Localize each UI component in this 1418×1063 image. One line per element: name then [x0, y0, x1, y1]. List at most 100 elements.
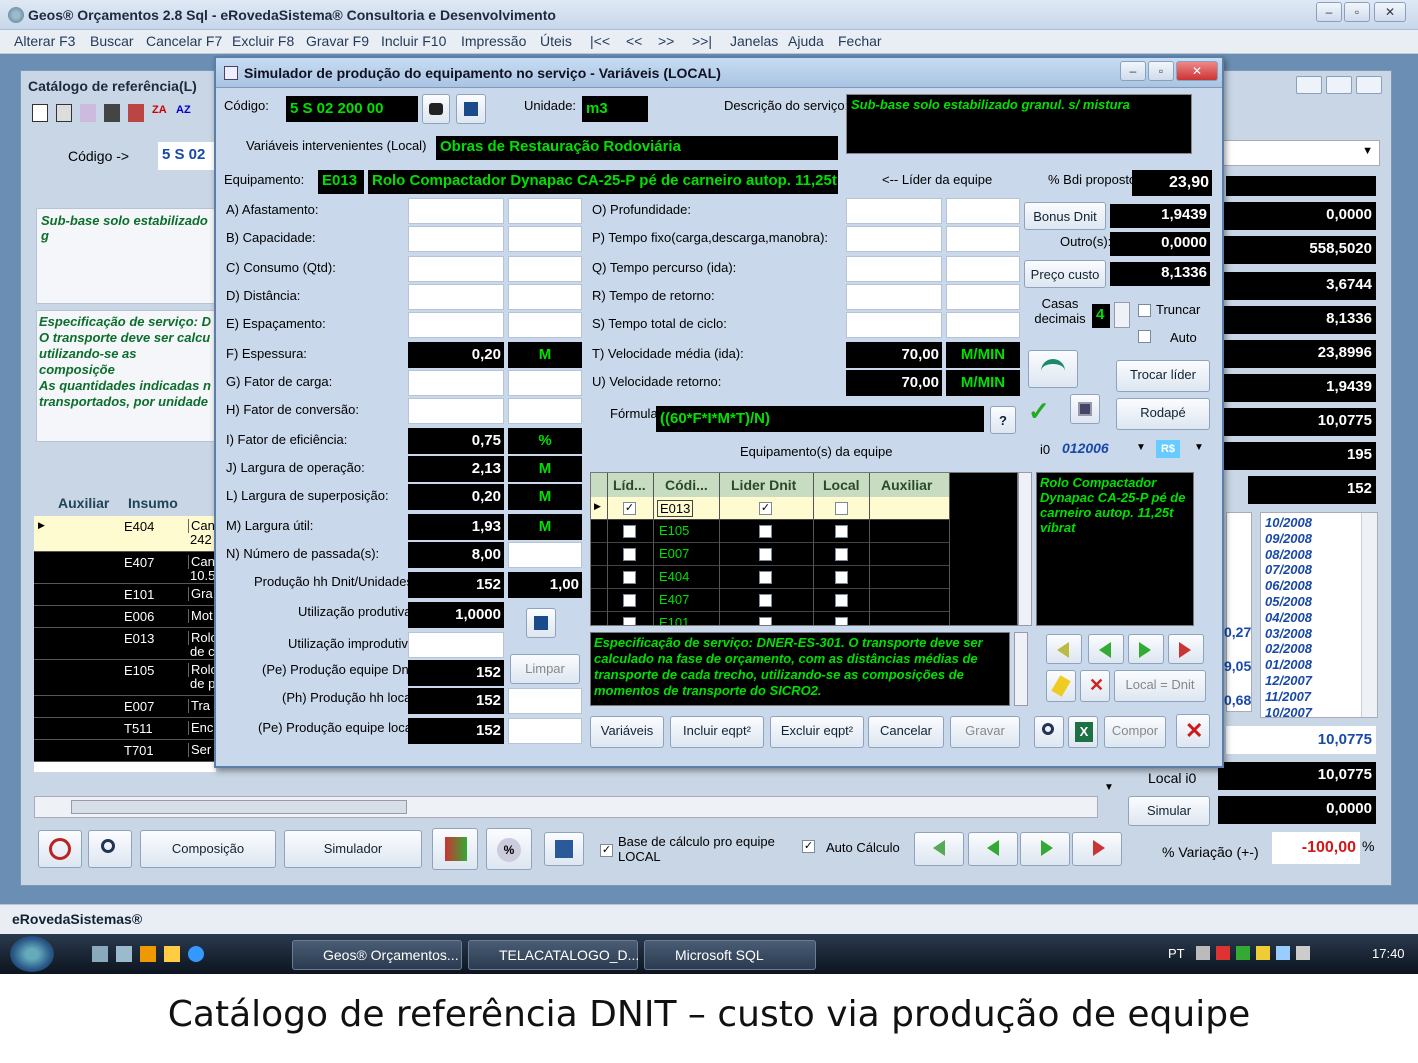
table-row[interactable]: T511 Enc — [34, 718, 216, 740]
date-list[interactable]: 10/2008 09/2008 08/2008 07/2008 06/2008 05/20… — [1260, 512, 1378, 718]
local-checkbox[interactable] — [835, 502, 848, 515]
desc-servico-field[interactable]: Sub-base solo estabilizado granul. s/ mi… — [846, 94, 1192, 154]
param-value[interactable] — [846, 256, 942, 282]
taskbar-item[interactable]: Geos® Orçamentos... — [292, 940, 462, 970]
help-button[interactable]: ? — [990, 406, 1016, 434]
rodape-button[interactable]: Rodapé — [1116, 398, 1210, 430]
col-insumo[interactable]: Insumo — [128, 495, 178, 511]
param-unit[interactable] — [508, 226, 582, 252]
date-item[interactable]: 09/2008 — [1265, 531, 1312, 547]
table-row[interactable]: E013 Rolo de c — [34, 628, 216, 660]
filter-icon[interactable] — [128, 104, 144, 122]
param-unit[interactable]: M/MIN — [946, 342, 1020, 368]
table-row[interactable]: E006 Mot — [34, 606, 216, 628]
insumo-grid[interactable]: Auxiliar Insumo ▶ E404 Can 242 E407 Can 10.5 E1… — [34, 490, 216, 772]
lider-checkbox[interactable] — [623, 525, 636, 538]
book-button[interactable] — [432, 828, 478, 870]
window-icon[interactable] — [116, 946, 132, 962]
dialog-maximize-button[interactable]: ▫ — [1148, 61, 1174, 81]
lider-dnit-checkbox[interactable] — [759, 594, 772, 607]
equipe-row[interactable]: ▶ ✓ E013 ✓ — [591, 497, 949, 520]
compor-button[interactable]: Compor — [1104, 716, 1166, 748]
equipe-scrollbar[interactable] — [1018, 472, 1032, 626]
equipe-row[interactable]: E404 — [591, 566, 949, 589]
param-value[interactable] — [846, 198, 942, 224]
lider-dnit-checkbox[interactable] — [759, 617, 772, 625]
local-checkbox[interactable] — [835, 617, 848, 625]
local-checkbox[interactable] — [835, 548, 848, 561]
menu-fechar[interactable]: Fechar — [838, 33, 882, 49]
equip-name[interactable]: Rolo Compactador Dynapac CA-25-P pé de c… — [368, 170, 838, 194]
param-unit[interactable] — [508, 312, 582, 338]
menu-buscar[interactable]: Buscar — [90, 33, 134, 49]
menu-last[interactable]: >>| — [692, 33, 712, 49]
table-row[interactable]: E105 Rolo de p — [34, 660, 216, 696]
lider-checkbox[interactable]: ✓ — [623, 502, 636, 515]
base-calculo-checkbox[interactable]: ✓ — [600, 844, 613, 857]
media-icon[interactable] — [140, 946, 156, 962]
auto-calculo-checkbox[interactable]: ✓ — [802, 840, 815, 853]
catalog-minimize-button[interactable] — [1296, 76, 1322, 94]
currency-select[interactable]: R$ — [1156, 440, 1180, 458]
equip-code[interactable]: E013 — [318, 170, 364, 194]
param-unit[interactable] — [508, 398, 582, 424]
trash-icon[interactable] — [104, 104, 120, 122]
composicao-button[interactable]: Composição — [140, 830, 276, 868]
simulador-button[interactable]: Simulador — [284, 830, 422, 868]
sort-za-icon[interactable]: AZ — [176, 104, 192, 122]
tray-icon[interactable] — [1236, 946, 1250, 960]
browser-icon[interactable] — [188, 946, 204, 962]
date-item[interactable]: 12/2007 — [1265, 673, 1312, 689]
param-unit[interactable]: M — [508, 456, 582, 482]
util-improd-value[interactable] — [408, 632, 504, 658]
param-value[interactable]: 0,75 — [408, 428, 504, 454]
date-item[interactable]: 02/2008 — [1265, 641, 1312, 657]
param-value[interactable] — [846, 284, 942, 310]
param-unit[interactable]: M — [508, 342, 582, 368]
menu-uteis[interactable]: Úteis — [540, 33, 572, 49]
param-value[interactable]: 8,00 — [408, 542, 504, 568]
taskbar-item[interactable]: Microsoft SQL Serve... — [644, 940, 816, 991]
wand-button[interactable] — [1046, 670, 1076, 702]
gravar-button[interactable]: Gravar — [950, 716, 1020, 748]
menu-excluir[interactable]: Excluir F8 — [232, 33, 294, 49]
cancelar-button[interactable]: Cancelar — [868, 716, 944, 748]
dlg-first-button[interactable] — [1046, 634, 1082, 664]
clear-wand-button[interactable]: ✕ — [1080, 670, 1110, 702]
param-value[interactable] — [408, 312, 504, 338]
i0-select[interactable]: 012006 — [1060, 438, 1148, 462]
param-value[interactable]: 70,00 — [846, 342, 942, 368]
variacao-field[interactable]: -100,00 — [1272, 832, 1360, 864]
date-item[interactable]: 10/2007 — [1265, 705, 1312, 717]
table-row[interactable]: E101 Gra — [34, 584, 216, 606]
param-value[interactable]: 1,93 — [408, 514, 504, 540]
scroll-down-icon[interactable]: ▼ — [1104, 782, 1114, 793]
nav-prev-button[interactable] — [968, 832, 1018, 866]
tray-icon[interactable] — [1216, 946, 1230, 960]
table-row[interactable]: E007 Tra — [34, 696, 216, 718]
equipe-row[interactable]: E101 — [591, 612, 949, 625]
date-item[interactable]: 03/2008 — [1265, 626, 1312, 642]
menu-prev[interactable]: << — [626, 33, 642, 49]
param-unit[interactable]: M — [508, 514, 582, 540]
param-value[interactable] — [408, 398, 504, 424]
auto-checkbox[interactable] — [1138, 330, 1151, 343]
incluir-eqpt-button[interactable]: Incluir eqpt² — [670, 716, 764, 748]
taskbar-item[interactable]: TELACATALOGO_D... — [468, 940, 639, 970]
i0-dropdown-icon[interactable]: ▼ — [1136, 442, 1146, 453]
dialog-minimize-button[interactable]: – — [1120, 61, 1146, 81]
currency-dropdown-icon[interactable]: ▼ — [1194, 442, 1204, 453]
nav-next-button[interactable] — [1020, 832, 1070, 866]
excel-button[interactable]: X — [1068, 716, 1098, 748]
new-doc-icon[interactable] — [32, 104, 48, 122]
col-auxiliar[interactable]: Auxiliar — [58, 495, 109, 511]
date-item[interactable]: 08/2008 — [1265, 547, 1312, 563]
undo-button[interactable] — [38, 830, 82, 868]
local-checkbox[interactable] — [835, 594, 848, 607]
catalog-restore-button[interactable] — [1326, 76, 1352, 94]
equipe-col-header[interactable]: Lider Dnit — [731, 477, 796, 493]
equipe-row[interactable]: E007 — [591, 543, 949, 566]
limpar-button[interactable]: Limpar — [510, 654, 580, 684]
network-icon[interactable] — [1276, 946, 1290, 960]
calc-button[interactable] — [526, 608, 556, 638]
